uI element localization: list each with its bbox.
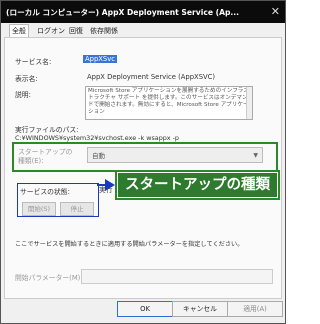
start-params-hint: ここでサービスを開始するときに適用する開始パラメーターを指定してください。 — [15, 241, 244, 248]
startup-type-callout: スタートアップの種類 — [115, 170, 280, 200]
startup-type-label-2: 種類(E): — [18, 157, 44, 165]
start-params-input[interactable] — [81, 269, 273, 284]
startup-type-select[interactable]: 自動 ▼ — [87, 147, 263, 163]
stop-button[interactable]: 停止 — [60, 202, 94, 216]
chevron-down-icon: ▼ — [253, 152, 258, 159]
startup-type-value: 自動 — [92, 152, 105, 160]
general-panel: サービス名: AppXSvc 表示名: AppX Deployment Serv… — [4, 37, 282, 299]
description-text: Microsoft Store アプリケーションを展開するためのインフラストラク… — [88, 88, 249, 115]
description-label: 説明: — [15, 91, 31, 99]
apply-button[interactable]: 適用(A) — [227, 301, 283, 317]
tab-recovery[interactable]: 回復 — [69, 26, 83, 36]
tab-logon[interactable]: ログオン — [37, 26, 65, 36]
display-name-value[interactable]: AppX Deployment Service (AppXSVC) — [87, 73, 215, 81]
window-title: (ローカル コンピューター) AppX Deployment Service (… — [6, 8, 240, 17]
description-scrollbar[interactable] — [246, 87, 252, 119]
title-bar: (ローカル コンピューター) AppX Deployment Service (… — [1, 1, 285, 23]
start-params-label: 開始パラメーター(M): — [15, 274, 83, 282]
tab-general[interactable]: 全般 — [9, 24, 29, 37]
description-box[interactable]: Microsoft Store アプリケーションを展開するためのインフラストラク… — [85, 86, 253, 120]
callout-arrow-icon — [105, 179, 115, 191]
service-properties-dialog: (ローカル コンピューター) AppX Deployment Service (… — [0, 0, 286, 324]
tab-dependencies[interactable]: 依存関係 — [90, 26, 118, 36]
display-name-label: 表示名: — [15, 75, 38, 83]
close-icon[interactable]: ✕ — [271, 5, 280, 18]
path-value[interactable]: C:¥WINDOWS¥system32¥svchost.exe -k wsapp… — [15, 134, 179, 142]
cancel-button[interactable]: キャンセル — [172, 301, 228, 317]
startup-type-highlight: スタートアップの 種類(E): 自動 ▼ — [12, 142, 278, 172]
ok-button[interactable]: OK — [117, 301, 173, 317]
start-button[interactable]: 開始(S) — [22, 202, 56, 216]
service-status-label: サービスの状態: — [20, 188, 70, 196]
service-name-label: サービス名: — [15, 58, 52, 66]
service-status-highlight: サービスの状態: 開始(S) 停止 — [17, 183, 99, 217]
tab-bar: 全般 ログオン 回復 依存関係 — [1, 23, 285, 37]
service-name-value[interactable]: AppXSvc — [83, 55, 118, 63]
path-label: 実行ファイルのパス: — [15, 126, 79, 134]
